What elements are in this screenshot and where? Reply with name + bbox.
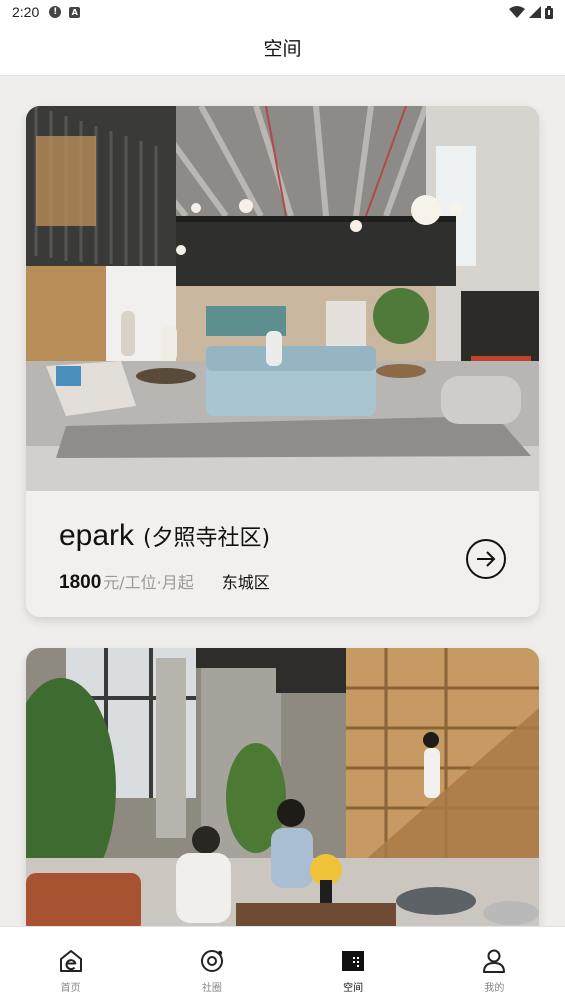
space-info: epark (夕照寺社区) 1800 元/工位·月起 东城区 [26,491,539,617]
tab-space-label: 空间 [343,983,364,994]
alert-notification-icon: ! [49,6,62,18]
space-card[interactable] [26,648,539,926]
status-bar: 2:20 ! A [0,0,565,24]
home-e-icon [59,950,82,972]
bottom-navigation: 首页 社圈 空间 我的 [0,926,565,1004]
arrow-right-icon [477,551,496,567]
battery-icon [545,5,553,19]
space-photo[interactable] [26,648,539,926]
tab-profile-label: 我的 [484,983,505,994]
space-price: 1800 [59,572,102,593]
space-community: (夕照寺社区) [142,526,271,551]
page-header: 空间 [0,24,565,76]
space-list[interactable]: epark (夕照寺社区) 1800 元/工位·月起 东城区 [0,76,565,926]
app-notification-icon: A [69,6,81,18]
space-meta: 1800 元/工位·月起 东城区 [59,569,270,594]
tab-profile[interactable]: 我的 [424,927,565,1004]
space-photo[interactable] [26,106,539,491]
page-title: 空间 [263,38,302,60]
status-time: 2:20 [12,4,40,20]
status-indicators [509,5,553,19]
space-detail-button[interactable] [466,539,506,579]
space-district: 东城区 [221,573,270,592]
wifi-icon [509,6,525,18]
tab-space[interactable]: 空间 [283,927,424,1004]
tab-community[interactable]: 社圈 [141,927,282,1004]
space-price-unit: 元/工位·月起 [103,573,194,592]
circle-community-icon [200,950,223,972]
tab-home-label: 首页 [60,983,81,994]
user-icon [483,949,506,973]
tab-community-label: 社圈 [201,983,222,994]
space-card[interactable]: epark (夕照寺社区) 1800 元/工位·月起 东城区 [26,106,539,617]
signal-icon [529,6,541,18]
space-icon [342,951,365,971]
space-brand: epark [59,519,135,552]
tab-home[interactable]: 首页 [0,927,141,1004]
space-name: epark (夕照寺社区) [59,519,270,553]
